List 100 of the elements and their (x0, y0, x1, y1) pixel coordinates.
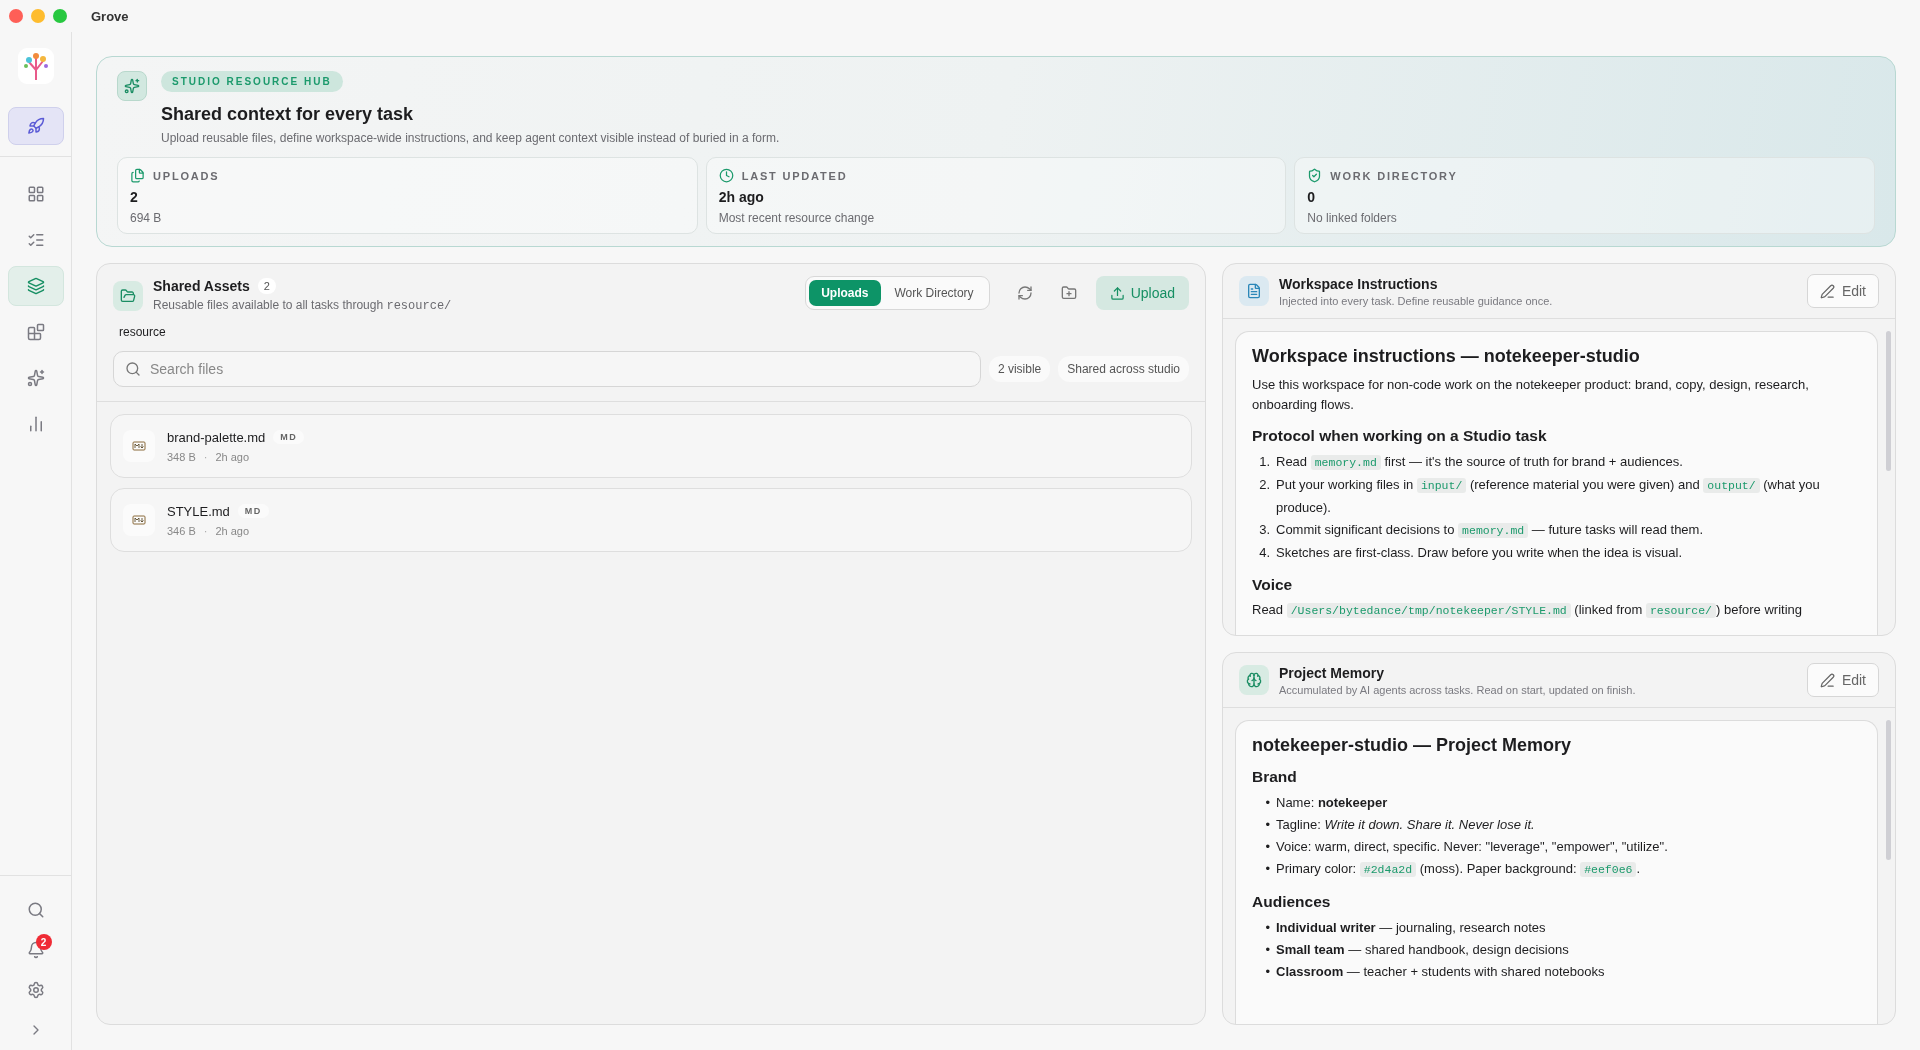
file-time: 2h ago (215, 450, 250, 463)
pencil-icon (1819, 283, 1835, 299)
stat-label: UPLOADS (153, 169, 220, 182)
stat-label: WORK DIRECTORY (1330, 169, 1458, 182)
source-tab[interactable]: Work Directory (882, 280, 986, 306)
list-item: Commit significant decisions to memory.md — future tasks will read them. (1276, 521, 1704, 540)
shield-check-icon (1307, 168, 1323, 183)
list-item: Small team — shared handbook, design decisions (1276, 941, 1569, 959)
panel-subtitle: Injected into every task. Define reusable guidance once. (1279, 294, 1554, 307)
maximize-button[interactable] (53, 9, 67, 23)
list-marker: • (1264, 919, 1270, 937)
meta-separator: · (203, 524, 208, 537)
panel-title: Project Memory (1279, 664, 1386, 681)
markdown-file-icon (123, 430, 155, 462)
folder-icon (113, 281, 143, 311)
markdown-file-icon (123, 504, 155, 536)
info-chip: 2 visible (988, 356, 1051, 382)
list-marker: 3. (1258, 521, 1270, 539)
paragraph: Use this workspace for non-code work on the notekeeper product: brand, copy, design, research, onboarding flows. (1252, 376, 1810, 414)
panel-subtitle: Reusable files available to all tasks through resource/ (153, 298, 453, 313)
hub-label: STUDIO RESOURCE HUB (161, 71, 343, 92)
list-item: Put your working files in input/ (reference material you were given) and output/ (what you produce). (1276, 476, 1821, 517)
list-marker: • (1264, 963, 1270, 981)
files-icon (130, 168, 145, 183)
file-size: 346 B (167, 524, 196, 537)
meta-separator: · (203, 450, 208, 463)
layers-icon (26, 277, 45, 295)
launch-nav-button[interactable] (7, 107, 64, 145)
list-marker: 1. (1258, 453, 1270, 471)
window-title: Grove (91, 8, 129, 24)
list-item: Voice: warm, direct, specific. Never: "leverage", "empower", "utilize". (1276, 838, 1668, 856)
search-icon (26, 901, 45, 919)
list-item: Classroom — teacher + students with shared notebooks (1276, 963, 1605, 981)
rocket-icon (26, 117, 45, 135)
list-marker: • (1264, 838, 1270, 856)
stat-value: 0 (1307, 189, 1317, 205)
stat-detail: 694 B (130, 211, 163, 225)
info-chip: Shared across studio (1058, 356, 1189, 382)
stat-label: LAST UPDATED (741, 169, 848, 182)
hero-description: Upload reusable files, define workspace-wide instructions, and keep agent context visible instead of buried in a form. (161, 131, 780, 145)
file-time: 2h ago (215, 524, 250, 537)
checklist-icon (26, 231, 45, 249)
nav-button[interactable] (7, 266, 64, 306)
list-item: Tagline: Write it down. Share it. Never lose it. (1276, 816, 1535, 834)
file-name: STYLE.md (167, 503, 230, 519)
stat-value: 2h ago (718, 189, 765, 205)
list-item: Primary color: #2d4a2d (moss). Paper background: #eef0e6 . (1276, 860, 1641, 879)
refresh-icon (1016, 285, 1033, 301)
sparkles-icon (117, 71, 147, 101)
section-heading: Brand (1252, 768, 1298, 786)
stat-detail: Most recent resource change (718, 211, 876, 225)
clock-icon (718, 168, 734, 183)
search-field[interactable]: Search files (113, 351, 981, 387)
edit-button[interactable]: Edit (1806, 663, 1879, 697)
section-heading: Audiences (1252, 893, 1332, 911)
file-size: 348 B (167, 450, 196, 463)
folder-plus-icon (1060, 285, 1077, 301)
close-button[interactable] (9, 9, 23, 23)
brain-icon (1239, 665, 1269, 695)
list-marker: • (1264, 941, 1270, 959)
file-type: MD (273, 430, 305, 444)
document-heading: notekeeper-studio — Project Memory (1252, 735, 1573, 756)
edit-button[interactable]: Edit (1806, 274, 1879, 308)
list-marker: 4. (1258, 544, 1270, 562)
file-row[interactable]: STYLE.md MD 346 B · 2h ago (110, 488, 1192, 552)
source-tab[interactable]: Uploads (809, 280, 881, 306)
sparkles-icon (26, 369, 45, 387)
list-marker: • (1264, 794, 1270, 812)
hero-title: Shared context for every task (161, 104, 414, 125)
folder-path: resource (119, 325, 166, 339)
tree-logo-icon (17, 48, 54, 84)
panel-subtitle: Accumulated by AI agents across tasks. Read on start, updated on finish. (1279, 683, 1637, 696)
file-name: brand-palette.md (167, 429, 266, 445)
stat-detail: No linked folders (1307, 211, 1398, 225)
settings-icon (26, 981, 45, 999)
list-marker: • (1264, 816, 1270, 834)
document-heading: Workspace instructions — notekeeper-studio (1252, 346, 1641, 367)
list-marker: 2. (1258, 476, 1270, 494)
file-row[interactable]: brand-palette.md MD 348 B · 2h ago (110, 414, 1192, 478)
list-marker: • (1264, 860, 1270, 878)
upload-button[interactable]: Upload (1095, 276, 1189, 310)
panel-title: Shared Assets (153, 278, 250, 294)
pencil-icon (1819, 672, 1835, 688)
grid-icon (26, 185, 45, 203)
section-heading: Voice (1252, 576, 1294, 594)
list-item: Read memory.md first — it's the source of truth for brand + audiences. (1276, 453, 1683, 472)
list-item: Individual writer — journaling, research notes (1276, 919, 1546, 937)
notifications-button[interactable]: 2 (15, 932, 56, 968)
asset-count: 2 (257, 278, 276, 294)
document-icon (1239, 276, 1269, 306)
notification-count: 2 (35, 934, 52, 950)
file-type: MD (237, 504, 269, 518)
upload-icon (1109, 285, 1125, 301)
scrollbar-thumb[interactable] (1886, 720, 1891, 860)
list-item: Name: notekeeper (1276, 794, 1388, 812)
section-heading: Protocol when working on a Studio task (1252, 427, 1548, 445)
scrollbar-thumb[interactable] (1886, 331, 1891, 471)
list-item: Sketches are first-class. Draw before you write when the idea is visual. (1276, 544, 1683, 562)
stat-value: 2 (130, 189, 139, 205)
blocks-icon (26, 323, 45, 341)
